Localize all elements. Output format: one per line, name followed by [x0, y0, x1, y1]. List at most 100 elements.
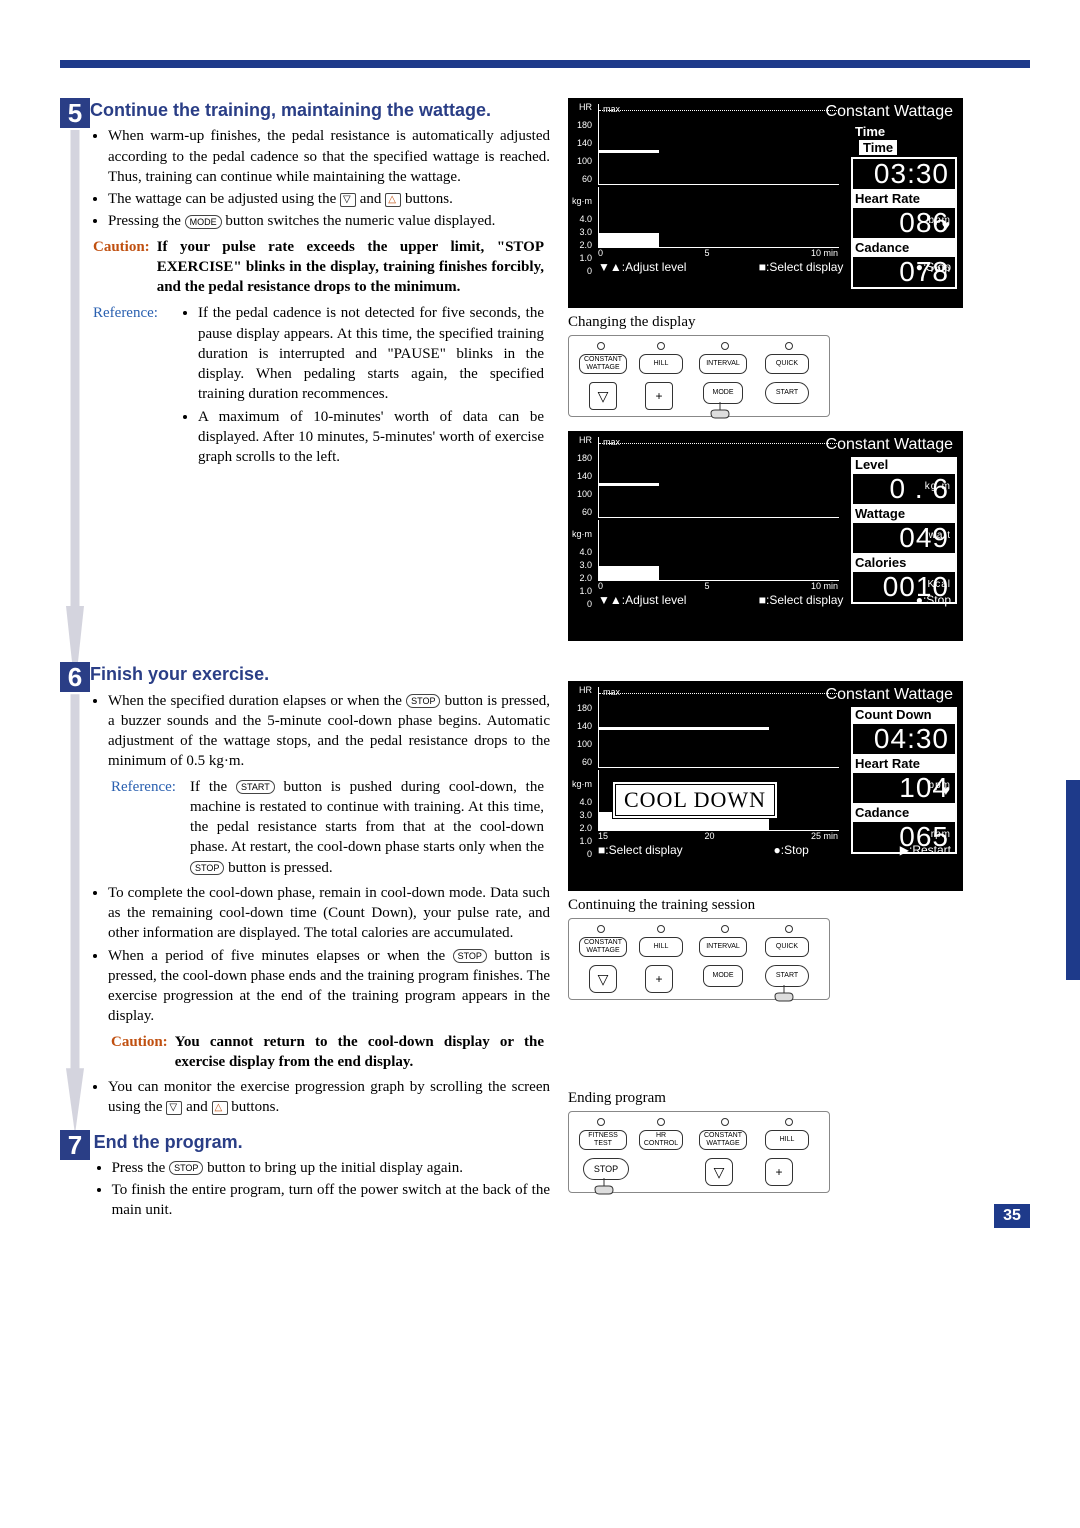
down-icon — [166, 1101, 182, 1115]
foot-select: ■:Select display — [759, 260, 844, 274]
plus-button[interactable]: + — [765, 1158, 793, 1186]
stop-button-icon: STOP — [190, 861, 224, 875]
caution-label: Caution: — [111, 1034, 168, 1050]
button-panel-3: FITNESS TEST HR CONTROL CONSTANT WATTAGE… — [568, 1111, 830, 1193]
constant-wattage-button[interactable]: CONSTANT WATTAGE — [579, 937, 627, 957]
step-5-title: Continue the training, maintaining the w… — [90, 98, 550, 122]
side-tab — [1066, 780, 1080, 980]
s6-bullet-2: To complete the cool-down phase, remain … — [108, 883, 550, 944]
button-panel-1: CONSTANT WATTAGE HILL INTERVAL QUICK ▽ +… — [568, 335, 830, 417]
quick-button[interactable]: QUICK — [765, 354, 809, 374]
step-7: 7 End the program. Press the STOP button… — [60, 1130, 550, 1223]
metric-cadence-label: Cadance — [851, 805, 957, 820]
metric-hr-label: Heart Rate — [851, 756, 957, 771]
metric-calories-value: 0010Kcal — [851, 570, 957, 604]
stop-button-icon: STOP — [406, 694, 440, 708]
interval-button[interactable]: INTERVAL — [699, 354, 747, 374]
mode-button[interactable]: MODE — [703, 965, 743, 987]
metric-hr-value: 104♥bpm — [851, 771, 957, 805]
s6-bullet-4: You can monitor the exercise progression… — [108, 1077, 550, 1118]
step-7-title: End the program. — [94, 1130, 550, 1154]
lcd-screen-2: Constant Wattage HR18014010060 max kg·m4… — [568, 431, 963, 641]
metric-level-label: Level — [851, 457, 957, 472]
lcd3-title: Constant Wattage — [826, 686, 953, 704]
foot-adjust: ▼▲:Adjust level — [598, 260, 686, 274]
stop-button-icon: STOP — [169, 1161, 203, 1175]
pointing-hand-icon — [769, 983, 799, 1005]
step-5: 5 Continue the training, maintaining the… — [60, 98, 550, 472]
reference-label: Reference: — [93, 305, 158, 321]
lcd-screen-3: Constant Wattage HR18014010060 max kg·m4… — [568, 681, 963, 891]
s5-bullet-2: The wattage can be adjusted using the an… — [108, 189, 550, 209]
caution-label: Caution: — [93, 239, 150, 255]
metric-wattage-value: 049watt — [851, 521, 957, 555]
plus-button[interactable]: + — [645, 965, 673, 993]
s6-reference: If the START button is pushed during coo… — [189, 776, 548, 879]
constant-wattage-button[interactable]: CONSTANT WATTAGE — [699, 1130, 747, 1150]
caption-changing-display: Changing the display — [568, 314, 988, 331]
hill-button[interactable]: HILL — [765, 1130, 809, 1150]
step-arrow — [66, 130, 84, 690]
stop-button-icon: STOP — [453, 949, 487, 963]
start-button[interactable]: START — [765, 382, 809, 404]
metric-countdown-value: 04:30 — [851, 722, 957, 756]
step-number-6: 6 — [60, 662, 90, 692]
s5-ref-1: If the pedal cadence is not detected for… — [198, 303, 544, 404]
metric-time-label: Time — [851, 124, 957, 139]
mode-button-icon: MODE — [185, 215, 222, 229]
constant-wattage-button[interactable]: CONSTANT WATTAGE — [579, 354, 627, 374]
metric-countdown-label: Count Down — [851, 707, 957, 722]
quick-button[interactable]: QUICK — [765, 937, 809, 957]
s5-caution: If your pulse rate exceeds the upper lim… — [157, 239, 544, 296]
s6-bullet-3: When a period of five minutes elapses or… — [108, 946, 550, 1076]
hill-button[interactable]: HILL — [639, 937, 683, 957]
up-icon — [385, 193, 401, 207]
lcd2-title: Constant Wattage — [826, 436, 953, 454]
reference-label: Reference: — [111, 779, 176, 795]
down-icon — [340, 193, 356, 207]
minus-button[interactable]: ▽ — [589, 965, 617, 993]
lcd1-title: Constant Wattage — [826, 103, 953, 121]
metric-calories-label: Calories — [851, 555, 957, 570]
pointing-hand-icon — [589, 1176, 619, 1198]
metric-cadence-label: Cadance — [851, 240, 957, 255]
s7-bullet-2: To finish the entire program, turn off t… — [112, 1180, 550, 1221]
step-number-5: 5 — [60, 98, 90, 128]
right-column: Constant Wattage HR18014010060 max kg·m4… — [568, 98, 988, 1233]
s6-bullet-1: When the specified duration elapses or w… — [108, 691, 550, 881]
pointing-hand-icon — [705, 400, 735, 422]
fitness-test-button[interactable]: FITNESS TEST — [579, 1130, 627, 1150]
s5-bullet-1: When warm-up finishes, the pedal resista… — [108, 126, 550, 187]
step-6: 6 Finish your exercise. When the specifi… — [60, 662, 550, 1119]
minus-button[interactable]: ▽ — [705, 1158, 733, 1186]
start-button-icon: START — [236, 780, 275, 794]
cool-down-banner: COOL DOWN — [612, 781, 778, 819]
metric-level-value: 0 . 6kg·m — [851, 472, 957, 506]
s5-bullet-3: Pressing the MODE button switches the nu… — [108, 211, 550, 231]
metric-cadence-value: 065rpm — [851, 820, 957, 854]
header-rule — [60, 60, 1030, 68]
hr-control-button[interactable]: HR CONTROL — [639, 1130, 683, 1150]
s6-caution: You cannot return to the cool-down displ… — [175, 1034, 544, 1070]
page-number: 35 — [994, 1204, 1030, 1228]
s5-ref-2: A maximum of 10-minutes' worth of data c… — [198, 407, 544, 468]
button-panel-2: CONSTANT WATTAGE HILL INTERVAL QUICK ▽ +… — [568, 918, 830, 1000]
step-number-7: 7 — [60, 1130, 90, 1160]
s7-bullet-1: Press the STOP button to bring up the in… — [112, 1158, 550, 1178]
interval-button[interactable]: INTERVAL — [699, 937, 747, 957]
lcd-screen-1: Constant Wattage HR18014010060 max kg·m4… — [568, 98, 963, 308]
left-column: 5 Continue the training, maintaining the… — [60, 98, 550, 1233]
metric-time-value: 03:30 — [851, 157, 957, 191]
metric-hr-value: 086♥bpm — [851, 206, 957, 240]
step-arrow — [66, 694, 84, 1134]
metric-cadence-value: 078rpm — [851, 255, 957, 289]
hill-button[interactable]: HILL — [639, 354, 683, 374]
metric-hr-label: Heart Rate — [851, 191, 957, 206]
caption-ending: Ending program — [568, 1090, 988, 1107]
up-icon — [212, 1101, 228, 1115]
step-6-title: Finish your exercise. — [90, 662, 550, 686]
minus-button[interactable]: ▽ — [589, 382, 617, 410]
plus-button[interactable]: + — [645, 382, 673, 410]
caption-continuing: Continuing the training session — [568, 897, 988, 914]
metric-wattage-label: Wattage — [851, 506, 957, 521]
